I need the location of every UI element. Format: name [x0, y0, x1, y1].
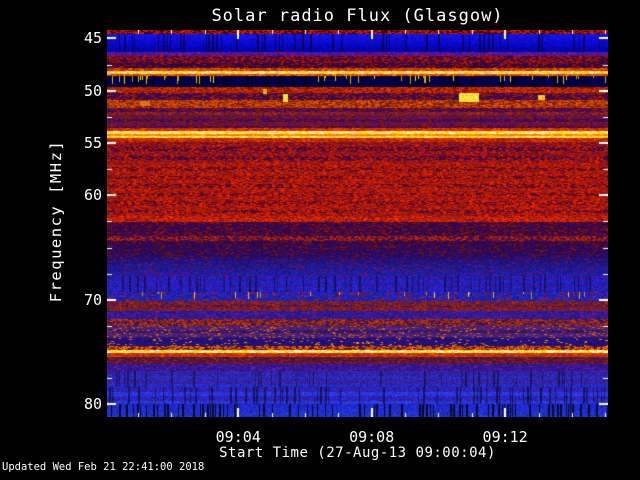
- x-tick-label: 09:12: [482, 428, 528, 446]
- x-tick-label: 09:08: [349, 428, 395, 446]
- y-axis-title: Frequency [MHz]: [47, 139, 65, 303]
- y-tick-label: 60: [83, 186, 102, 205]
- x-axis-title: Start Time (27-Aug-13 09:00:04): [219, 445, 496, 461]
- chart-title: Solar radio Flux (Glasgow): [211, 6, 504, 26]
- y-tick-label: 80: [83, 395, 102, 414]
- y-tick-label: 55: [83, 133, 102, 152]
- y-tick-label: 70: [83, 290, 102, 309]
- solar-radio-flux-window: Solar radio Flux (Glasgow) Frequency [MH…: [0, 0, 640, 480]
- spectrogram-canvas: [107, 30, 608, 417]
- y-tick-label: 50: [83, 81, 102, 100]
- y-tick-label: 45: [83, 29, 102, 48]
- x-tick-label: 09:04: [215, 428, 261, 446]
- update-timestamp: Updated Wed Feb 21 22:41:00 2018: [2, 461, 205, 473]
